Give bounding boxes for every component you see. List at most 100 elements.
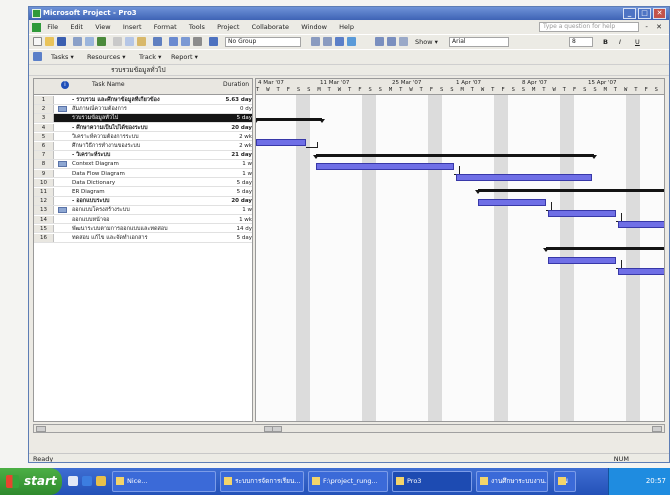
menu-project[interactable]: Project <box>217 21 239 33</box>
task-bar[interactable] <box>618 221 664 228</box>
task-row[interactable]: 5 วิเคราะห์ความต้องการระบบ 2 wk <box>34 132 252 142</box>
collapse-icon[interactable] <box>399 37 408 46</box>
info-column-icon[interactable]: i <box>61 81 69 89</box>
show-dropdown[interactable]: Show ▾ <box>415 35 438 49</box>
indicator-icon[interactable] <box>58 161 67 168</box>
bold-button[interactable]: B <box>603 35 608 49</box>
task-row[interactable]: 15 พัฒนาระบบตามการออกแบบและทดสอบ 14 dy <box>34 224 253 234</box>
task-row[interactable]: 12 - ออกแบบระบบ 20 day <box>34 197 252 206</box>
task-duration[interactable]: 21 day <box>221 151 252 159</box>
task-name[interactable]: - รวบรวม และศึกษาข้อมูลที่เกี่ยวข้อง <box>72 96 219 104</box>
start-button[interactable]: start <box>0 468 62 495</box>
track-menu[interactable]: Track ▾ <box>139 50 161 64</box>
menu-insert[interactable]: Insert <box>123 21 142 33</box>
task-name[interactable]: - ศึกษาความเป็นไปได้ของระบบ <box>72 124 219 132</box>
report-menu[interactable]: Report ▾ <box>171 50 198 64</box>
task-duration[interactable]: 1 w <box>221 206 252 214</box>
task-bar[interactable] <box>478 199 546 206</box>
help-icon[interactable] <box>347 37 356 46</box>
italic-button[interactable]: I <box>619 35 621 49</box>
task-duration[interactable]: 20 day <box>221 197 252 205</box>
task-row[interactable]: 4 - ศึกษาความเป็นไปได้ของระบบ 20 day <box>34 123 252 133</box>
task-duration[interactable]: 5.63 day <box>221 96 252 104</box>
task-duration[interactable]: 5 day <box>221 234 252 242</box>
task-row[interactable]: 10 Data Dictionary 5 day <box>34 178 252 188</box>
task-name[interactable]: Data Flow Diagram <box>72 170 219 178</box>
task-row[interactable]: 8 Context Diagram 1 w <box>34 160 252 170</box>
task-duration[interactable]: 5 day <box>221 114 252 122</box>
menu-edit[interactable]: Edit <box>70 21 83 33</box>
group-by-combo[interactable]: No Group <box>225 37 301 47</box>
task-duration[interactable]: 1 w <box>221 170 252 178</box>
language-indicator[interactable]: EN <box>554 471 576 492</box>
menu-format[interactable]: Format <box>154 21 177 33</box>
task-duration[interactable]: 20 day <box>221 124 252 132</box>
row-id[interactable]: 12 <box>34 197 54 205</box>
goto-task-icon[interactable] <box>335 37 344 46</box>
row-id[interactable]: 13 <box>34 206 54 215</box>
close-button[interactable]: ✕ <box>653 8 666 19</box>
task-duration[interactable]: 14 dy <box>221 225 253 233</box>
task-duration[interactable]: 0 dy <box>221 105 252 113</box>
task-row[interactable]: 13 ออกแบบโครงสร้างระบบ 1 w <box>34 206 252 216</box>
taskbar-item[interactable]: งานศึกษาระบบงาน... <box>476 471 548 492</box>
task-duration[interactable]: 1 wk <box>221 216 252 224</box>
task-name[interactable]: Data Dictionary <box>72 179 219 187</box>
task-bar[interactable] <box>548 257 616 264</box>
menu-view[interactable]: View <box>95 21 110 33</box>
quicklaunch-folder-icon[interactable] <box>96 476 106 486</box>
task-name[interactable]: - ออกแบบระบบ <box>72 197 219 205</box>
link-icon[interactable] <box>169 37 178 46</box>
horizontal-scrollbar[interactable] <box>33 424 665 433</box>
indicator-icon[interactable] <box>58 106 67 113</box>
task-row[interactable]: 11 ER Diagram 5 day <box>34 188 252 197</box>
quicklaunch-ie-icon[interactable] <box>82 476 92 486</box>
undo-icon[interactable] <box>153 37 162 46</box>
row-id[interactable]: 7 <box>34 151 54 159</box>
print-icon[interactable] <box>73 37 82 46</box>
task-name[interactable]: พัฒนาระบบตามการออกแบบและทดสอบ <box>72 225 219 233</box>
task-name[interactable]: วิเคราะห์ความต้องการระบบ <box>72 133 219 141</box>
help-search-input[interactable]: Type a question for help <box>539 22 639 32</box>
font-combo[interactable]: Arial <box>449 37 509 47</box>
task-name[interactable]: ศึกษาวิธีการทำงานของระบบ <box>72 142 219 150</box>
row-id[interactable]: 8 <box>34 160 54 169</box>
taskbar-item[interactable]: Nice... <box>112 471 216 492</box>
menu-tools[interactable]: Tools <box>189 21 205 33</box>
spelling-icon[interactable] <box>97 37 106 46</box>
row-id[interactable]: 1 <box>34 96 54 104</box>
new-icon[interactable] <box>33 37 42 46</box>
task-name[interactable]: สัมภาษณ์ความต้องการ <box>72 105 219 113</box>
maximize-button[interactable]: □ <box>638 8 651 19</box>
task-duration[interactable]: 2 wk <box>221 142 252 150</box>
menu-file[interactable]: File <box>47 21 58 33</box>
assign-resources-icon[interactable] <box>209 37 218 46</box>
entry-field[interactable]: รวบรวมข้อมูลทั่วไป <box>89 66 509 75</box>
task-bar[interactable] <box>316 163 454 170</box>
preview-icon[interactable] <box>85 37 94 46</box>
task-duration[interactable]: 2 wk <box>221 133 252 141</box>
row-id[interactable]: 5 <box>34 132 54 141</box>
unlink-icon[interactable] <box>181 37 190 46</box>
summary-bar[interactable] <box>475 189 664 194</box>
summary-bar[interactable] <box>543 247 664 252</box>
row-id[interactable]: 14 <box>34 215 54 224</box>
minimize-button[interactable]: _ <box>623 8 636 19</box>
zoom-in-icon[interactable] <box>311 37 320 46</box>
row-id[interactable]: 11 <box>34 188 54 196</box>
menu-help[interactable]: Help <box>339 21 354 33</box>
row-id[interactable]: 10 <box>34 178 54 187</box>
taskbar-item[interactable]: F:\project_rung... <box>308 471 388 492</box>
tasks-menu[interactable]: Tasks ▾ <box>51 50 74 64</box>
task-bar[interactable] <box>256 139 306 146</box>
task-row[interactable]: 1 - รวบรวม และศึกษาข้อมูลที่เกี่ยวข้อง 5.6… <box>34 96 252 105</box>
row-id[interactable]: 16 <box>34 234 54 242</box>
resources-menu[interactable]: Resources ▾ <box>87 50 126 64</box>
split-icon[interactable] <box>193 37 202 46</box>
menu-window[interactable]: Window <box>301 21 327 33</box>
task-name[interactable]: Context Diagram <box>72 160 219 168</box>
task-row[interactable]: 3 รวบรวมข้อมูลทั่วไป 5 day <box>34 114 252 124</box>
cut-icon[interactable] <box>113 37 122 46</box>
paste-icon[interactable] <box>137 37 146 46</box>
menu-collaborate[interactable]: Collaborate <box>252 21 289 33</box>
